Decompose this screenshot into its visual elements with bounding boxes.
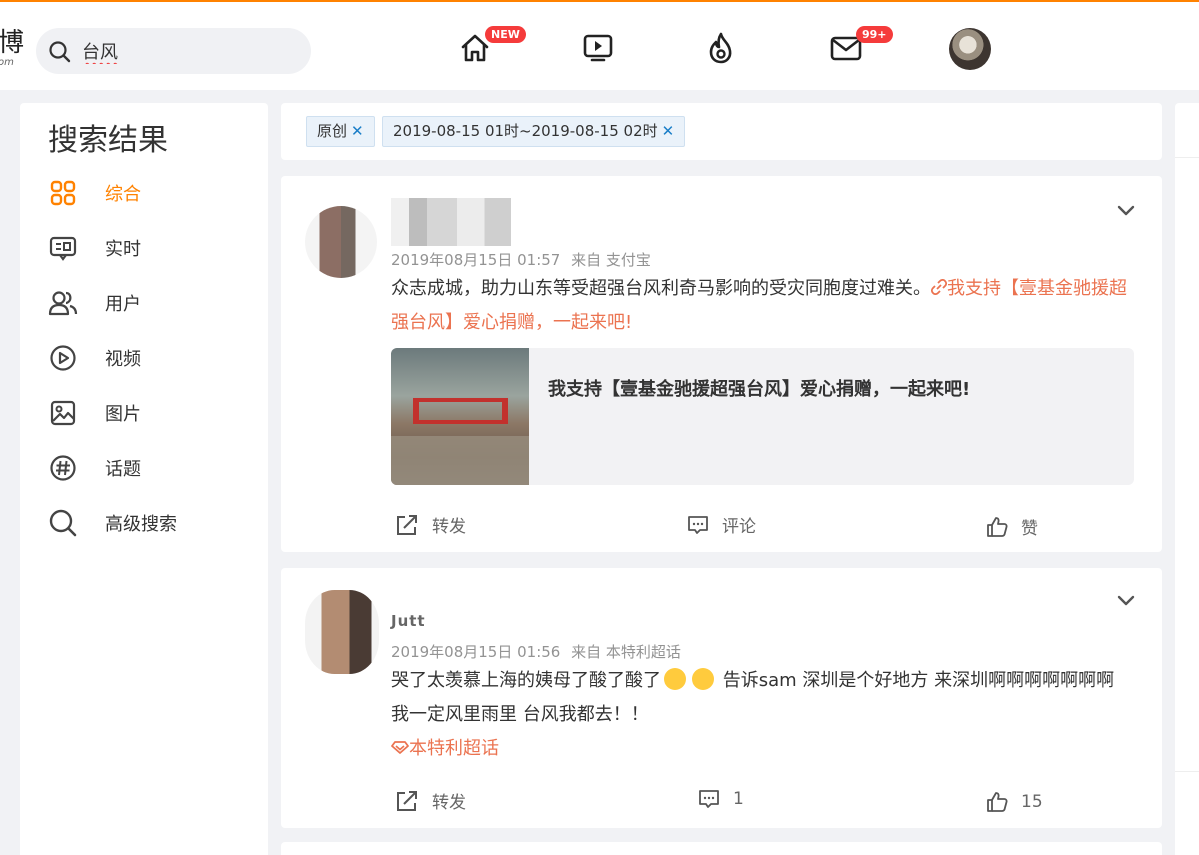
weibo-logo[interactable]: 博 om (0, 28, 24, 72)
sidebar-item-label: 高级搜索 (105, 514, 177, 535)
like-count: 15 (1021, 792, 1043, 812)
filter-chip-original[interactable]: 原创 ✕ (306, 116, 375, 147)
super-topic-link[interactable]: 本特利超话 (391, 732, 1131, 766)
link-preview-card[interactable]: 我支持【壹基金驰援超强台风】爱心捐赠，一起来吧! (391, 348, 1134, 485)
comment-count: 1 (733, 789, 744, 809)
messages-count-badge: 99+ (856, 26, 893, 43)
home-button[interactable]: NEW (455, 26, 526, 68)
repost-button[interactable]: 转发 (394, 788, 466, 813)
comment-icon (699, 790, 719, 808)
grid-icon (48, 178, 78, 208)
sidebar-item-label: 图片 (105, 404, 141, 425)
post-meta: 2019年08月15日 01:56 来自 本特利超话 (391, 641, 687, 662)
top-bar: 博 om NEW 99+ (0, 0, 1199, 90)
post-card: Jutt 2019年08月15日 01:56 来自 本特利超话 哭了太羡慕上海的… (281, 568, 1162, 828)
left-sidebar: 搜索结果 综合 实时 用户 视频 图片 话题 高级搜索 (20, 103, 268, 855)
comment-button[interactable]: 评论 (686, 512, 756, 537)
preview-title: 我支持【壹基金驰援超强台风】爱心捐赠，一起来吧! (548, 379, 971, 400)
topic-icon (48, 453, 78, 483)
post-source: 来自 支付宝 (571, 251, 651, 269)
user-name[interactable]: Jutt (391, 612, 426, 630)
sidebar-item-label: 话题 (105, 459, 141, 480)
user-name-blurred[interactable] (391, 198, 511, 246)
sidebar-item-users[interactable]: 用户 (48, 288, 248, 318)
sidebar-item-label: 综合 (105, 184, 141, 205)
sidebar-item-comprehensive[interactable]: 综合 (48, 178, 248, 208)
post-card: 2019年08月15日 01:57 来自 支付宝 众志成城，助力山东等受超强台风… (281, 176, 1162, 552)
chevron-down-icon[interactable] (1114, 198, 1138, 222)
sidebar-title: 搜索结果 (48, 123, 168, 158)
home-new-badge: NEW (485, 26, 526, 43)
post-body: 众志成城，助力山东等受超强台风利奇马影响的受灾同胞度过难关。 (391, 278, 931, 299)
diamond-icon (391, 741, 409, 754)
thumbs-up-icon (987, 516, 1008, 537)
post-meta: 2019年08月15日 01:57 来自 支付宝 (391, 249, 657, 270)
comment-button[interactable]: 1 (697, 788, 744, 810)
sidebar-item-realtime[interactable]: 实时 (48, 233, 248, 263)
repost-button[interactable]: 转发 (394, 512, 466, 537)
link-icon (930, 278, 948, 296)
search-icon[interactable] (48, 40, 72, 64)
sidebar-item-label: 视频 (105, 349, 141, 370)
remove-filter-icon[interactable]: ✕ (662, 122, 675, 140)
avatar[interactable] (305, 590, 379, 674)
search-icon (48, 508, 78, 538)
messages-button[interactable]: 99+ (826, 26, 893, 68)
like-button[interactable]: 15 (985, 790, 1043, 814)
comment-icon (688, 515, 708, 534)
repost-label: 转发 (432, 793, 466, 813)
image-icon (48, 398, 78, 428)
filter-bar: 原创 ✕ 2019-08-15 01时~2019-08-15 02时 ✕ (281, 103, 1162, 160)
preview-thumbnail (391, 348, 529, 485)
tv-play-icon (583, 34, 613, 62)
post-source[interactable]: 来自 本特利超话 (571, 643, 681, 661)
post-time[interactable]: 2019年08月15日 01:56 (391, 643, 560, 661)
right-sidebar (1175, 103, 1199, 855)
video-icon (48, 343, 78, 373)
crying-emoji (664, 668, 686, 690)
sidebar-item-topics[interactable]: 话题 (48, 453, 248, 483)
filter-chip-time-range[interactable]: 2019-08-15 01时~2019-08-15 02时 ✕ (382, 116, 686, 147)
post-text: 众志成城，助力山东等受超强台风利奇马影响的受灾同胞度过难关。 我支持【壹基金驰援超… (391, 272, 1131, 340)
sidebar-item-images[interactable]: 图片 (48, 398, 248, 428)
sidebar-item-label: 用户 (105, 294, 141, 315)
chevron-down-icon[interactable] (1114, 588, 1138, 612)
repost-label: 转发 (432, 517, 466, 537)
search-box[interactable] (36, 28, 311, 74)
thumbs-up-icon (987, 792, 1008, 812)
post-body: 哭了太羡慕上海的姨母了酸了酸了 (391, 670, 661, 691)
sidebar-item-advanced-search[interactable]: 高级搜索 (48, 508, 248, 538)
repost-icon (397, 790, 417, 811)
search-input[interactable] (82, 36, 292, 66)
video-nav-button[interactable] (578, 28, 618, 68)
topic-label: 本特利超话 (409, 738, 499, 759)
filter-chip-label: 2019-08-15 01时~2019-08-15 02时 (393, 122, 658, 140)
post-card (281, 842, 1162, 855)
filter-chip-label: 原创 (317, 122, 348, 140)
post-time[interactable]: 2019年08月15日 01:57 (391, 251, 560, 269)
like-button[interactable]: 赞 (985, 514, 1038, 539)
post-text: 哭了太羡慕上海的姨母了酸了酸了 告诉sam 深圳是个好地方 来深圳啊啊啊啊啊啊啊… (391, 664, 1131, 732)
hot-button[interactable] (701, 28, 741, 68)
sidebar-item-video[interactable]: 视频 (48, 343, 248, 373)
repost-icon (397, 514, 417, 535)
user-avatar[interactable] (949, 28, 991, 70)
like-label: 赞 (1021, 519, 1038, 539)
remove-filter-icon[interactable]: ✕ (351, 122, 364, 140)
users-icon (48, 288, 78, 318)
avatar[interactable] (305, 206, 377, 278)
comment-label: 评论 (722, 517, 756, 537)
realtime-icon (48, 233, 78, 263)
flame-icon (709, 32, 732, 64)
sidebar-item-label: 实时 (105, 239, 141, 260)
crying-emoji (692, 668, 714, 690)
